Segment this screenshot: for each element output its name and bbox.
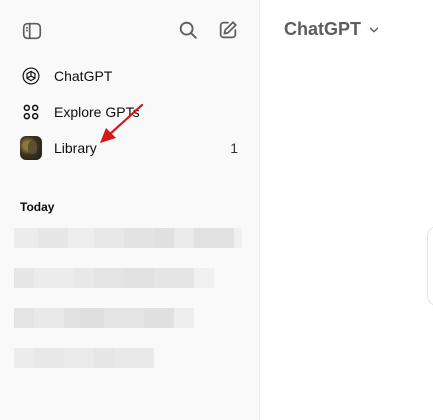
chat-history-item[interactable]: [14, 268, 214, 288]
model-selector-label: ChatGPT: [284, 19, 362, 39]
sidebar-item-library[interactable]: Library 1: [12, 131, 248, 165]
new-chat-icon[interactable]: [216, 18, 240, 42]
sidebar-item-label: Explore GPTs: [54, 104, 140, 120]
sidebar-item-explore-gpts[interactable]: Explore GPTs: [12, 95, 248, 129]
sidebar: ChatGPT Explore GPTs Library 1 Today: [0, 0, 260, 420]
composer-panel-edge: [427, 226, 433, 306]
chat-history-item[interactable]: [14, 348, 154, 368]
library-thumbnail: [20, 136, 42, 160]
sidebar-toggle-icon[interactable]: [20, 19, 44, 43]
grid-icon: [20, 101, 42, 123]
library-count-badge: 1: [230, 140, 238, 156]
sidebar-item-label: Library: [54, 140, 97, 156]
search-icon[interactable]: [176, 18, 200, 42]
chat-history-item[interactable]: [14, 228, 242, 248]
sidebar-item-label: ChatGPT: [54, 68, 113, 84]
section-heading-today: Today: [20, 200, 55, 214]
sidebar-item-chatgpt[interactable]: ChatGPT: [12, 59, 248, 93]
chevron-down-icon: [369, 27, 379, 32]
sidebar-topbar: [0, 0, 260, 60]
model-selector[interactable]: ChatGPT: [284, 19, 381, 40]
openai-logo-icon: [20, 65, 42, 87]
chat-history-item[interactable]: [14, 308, 194, 328]
